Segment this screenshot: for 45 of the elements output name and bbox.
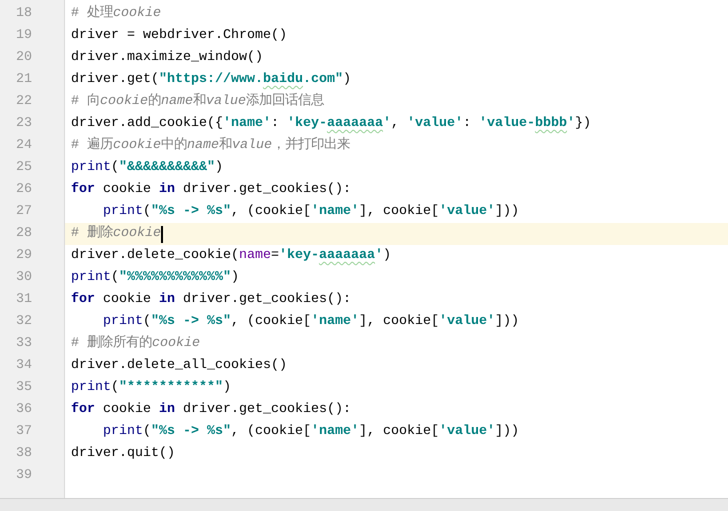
line-number: 26 bbox=[15, 181, 33, 199]
code-line: print("%s -> %s", (cookie['name'], cookie['value'])) bbox=[103, 313, 519, 331]
line-number: 21 bbox=[15, 71, 33, 89]
line-number: 27 bbox=[15, 203, 33, 221]
code-line: driver.delete_cookie(name='key-aaaaaaa') bbox=[71, 247, 391, 265]
code-line: for cookie in driver.get_cookies(): bbox=[71, 401, 351, 419]
code-line: driver.add_cookie({'name': 'key-aaaaaaa', 'value': 'value-bbbb'}) bbox=[71, 115, 591, 133]
line-number: 19 bbox=[15, 27, 33, 45]
code-line: print("%s -> %s", (cookie['name'], cookie['value'])) bbox=[103, 203, 519, 221]
line-number: 23 bbox=[15, 115, 33, 133]
code-comment: # 删除cookie bbox=[71, 224, 161, 243]
line-number: 37 bbox=[15, 423, 33, 441]
code-comment: # 遍历cookie中的name和value，并打印出来 bbox=[71, 136, 350, 155]
line-number: 36 bbox=[15, 401, 33, 419]
code-line: for cookie in driver.get_cookies(): bbox=[71, 181, 351, 199]
line-number: 38 bbox=[15, 445, 33, 463]
line-number: 39 bbox=[15, 467, 33, 485]
line-number: 25 bbox=[15, 159, 33, 177]
code-line: print("%s -> %s", (cookie['name'], cookie['value'])) bbox=[103, 423, 519, 441]
code-line: driver = webdriver.Chrome() bbox=[71, 27, 287, 45]
code-line: driver.quit() bbox=[71, 445, 175, 463]
line-number: 24 bbox=[15, 137, 33, 155]
horizontal-scrollbar[interactable] bbox=[0, 498, 728, 511]
code-comment: # 删除所有的cookie bbox=[71, 334, 200, 353]
code-comment: # 向cookie的name和value添加回话信息 bbox=[71, 92, 324, 111]
line-number: 22 bbox=[15, 93, 33, 111]
code-line: driver.get("https://www.baidu.com") bbox=[71, 71, 351, 89]
line-number: 35 bbox=[15, 379, 33, 397]
line-number: 18 bbox=[15, 5, 33, 23]
code-line: print("***********") bbox=[71, 379, 231, 397]
code-line: driver.maximize_window() bbox=[71, 49, 263, 67]
line-number: 31 bbox=[15, 291, 33, 309]
code-line: driver.delete_all_cookies() bbox=[71, 357, 287, 375]
line-number: 28 bbox=[15, 225, 33, 243]
line-number: 33 bbox=[15, 335, 33, 353]
code-line: print("&&&&&&&&&&") bbox=[71, 159, 223, 177]
line-number: 29 bbox=[15, 247, 33, 265]
line-number: 32 bbox=[15, 313, 33, 331]
line-number: 34 bbox=[15, 357, 33, 375]
line-number: 30 bbox=[15, 269, 33, 287]
line-number: 20 bbox=[15, 49, 33, 67]
code-comment: # 处理cookie bbox=[71, 4, 161, 23]
code-line: print("%%%%%%%%%%%%") bbox=[71, 269, 239, 287]
text-caret bbox=[161, 226, 163, 242]
code-line: for cookie in driver.get_cookies(): bbox=[71, 291, 351, 309]
